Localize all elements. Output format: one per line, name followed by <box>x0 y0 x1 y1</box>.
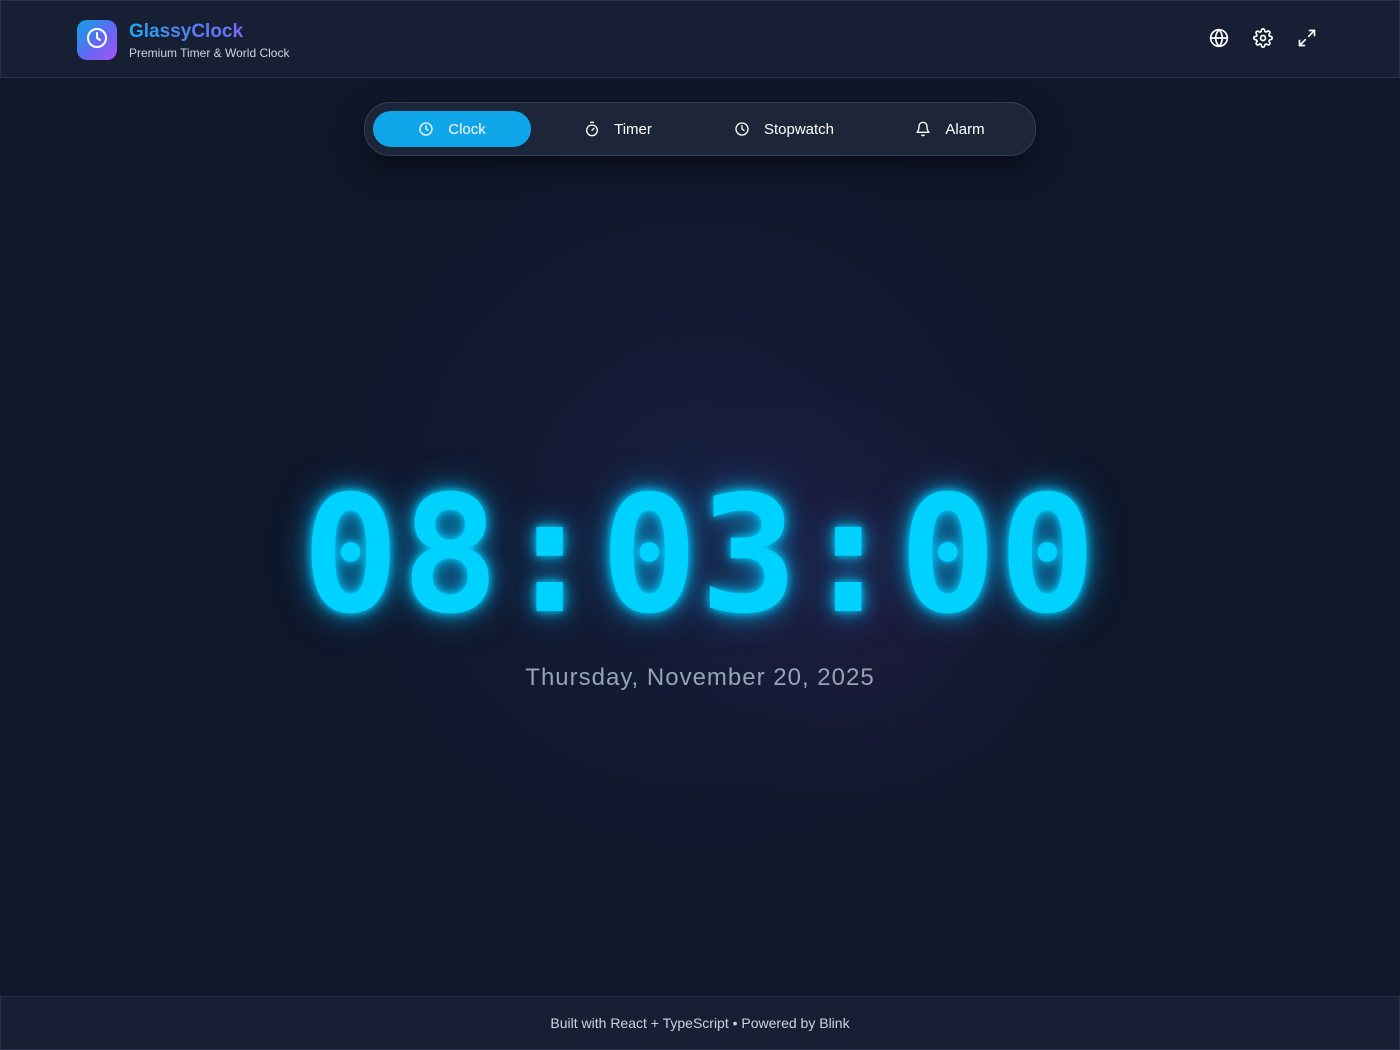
tab-label: Alarm <box>945 120 985 138</box>
tab-label: Clock <box>448 120 486 138</box>
app-footer: Built with React + TypeScript • Powered … <box>0 996 1400 1050</box>
app-title: GlassyClock <box>129 21 244 42</box>
world-clock-button[interactable] <box>1204 25 1234 55</box>
settings-button[interactable] <box>1248 25 1278 55</box>
clock-icon <box>734 121 750 137</box>
tab-timer[interactable]: Timer <box>539 111 697 147</box>
tab-alarm[interactable]: Alarm <box>871 111 1029 147</box>
tab-label: Stopwatch <box>763 120 835 138</box>
clock-date: Thursday, November 20, 2025 <box>525 664 875 691</box>
globe-icon <box>1209 28 1229 53</box>
clock-icon <box>85 26 109 55</box>
tab-label: Timer <box>614 120 652 138</box>
fullscreen-button[interactable] <box>1292 25 1322 55</box>
clock-icon <box>418 121 434 137</box>
app-header: GlassyClock Premium Timer & World Clock <box>0 0 1400 78</box>
expand-icon <box>1297 28 1317 53</box>
app-root: GlassyClock Premium Timer & World Clock <box>0 0 1400 1050</box>
tab-stopwatch[interactable]: Stopwatch <box>705 111 863 147</box>
app-subtitle: Premium Timer & World Clock <box>129 46 290 60</box>
mode-tabs: Clock Timer Stopwatch Alarm <box>364 102 1036 156</box>
stopwatch-icon <box>584 121 600 137</box>
logo <box>77 20 117 60</box>
gear-icon <box>1253 27 1273 53</box>
tab-clock[interactable]: Clock <box>373 111 531 147</box>
bell-icon <box>915 121 931 137</box>
digital-clock-time: 08:03:00 <box>301 462 1099 650</box>
footer-text: Built with React + TypeScript • Powered … <box>550 1015 850 1031</box>
